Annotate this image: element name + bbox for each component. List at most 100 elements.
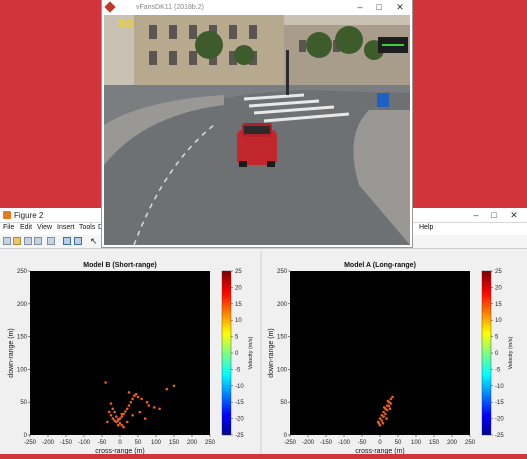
pointer-icon[interactable]: ↖ (90, 236, 98, 247)
radar-detection-point (386, 399, 390, 403)
radar-detection-point (384, 412, 387, 416)
radar-detection-point (382, 410, 385, 414)
menu-tools[interactable]: Tools (79, 224, 95, 231)
radar-detection-point (143, 417, 147, 420)
colorbar-tick-label: 20 (235, 285, 242, 291)
minimize-button[interactable]: – (470, 210, 482, 220)
menu-edit[interactable]: Edit (20, 224, 32, 231)
close-button[interactable]: ✕ (508, 210, 520, 220)
colorbar-tick-label: 20 (495, 285, 502, 291)
radar-detection-point (111, 417, 115, 420)
colorbar-label: Velocity (m/s) (248, 336, 254, 369)
radar-detection-point (106, 420, 109, 424)
game-maximize-button[interactable]: □ (373, 2, 385, 12)
x-tick-label: 150 (429, 440, 440, 446)
y-tick-label: 250 (277, 269, 288, 275)
zoom-icon[interactable] (47, 237, 55, 245)
plot-area[interactable] (290, 271, 470, 435)
new-figure-icon[interactable] (3, 237, 11, 245)
plot-model-b: Model B (Short-range)-250 -200 -150 -100 -50… (8, 262, 254, 455)
radar-detection-point (113, 410, 116, 414)
radar-detection-point (120, 423, 124, 427)
radar-detection-point (377, 421, 381, 425)
street-scene (104, 15, 410, 245)
figure-title: Figure 2 (14, 211, 44, 220)
y-tick-label: 50 (280, 400, 287, 406)
x-tick-label: 0 (378, 440, 382, 446)
x-tick-label: 50 (395, 440, 402, 446)
radar-detection-point (131, 414, 134, 417)
radar-detection-point (122, 425, 125, 429)
x-tick-label: 50 (135, 440, 142, 446)
game-viewport: 60 (104, 15, 410, 245)
radar-detection-point (140, 397, 143, 401)
colorbar (481, 270, 492, 436)
x-tick-label: 150 (169, 440, 180, 446)
colorbar-tick-label: -20 (495, 417, 504, 423)
radar-detection-point (378, 417, 382, 420)
radar-detection-point (127, 391, 131, 394)
game-minimize-button[interactable]: – (354, 2, 366, 12)
radar-detection-point (131, 397, 134, 401)
radar-detection-point (125, 420, 129, 424)
maximize-button[interactable]: □ (488, 210, 500, 220)
y-tick-label: 200 (277, 302, 288, 308)
y-tick-label: 50 (20, 400, 27, 406)
radar-detection-point (388, 407, 392, 411)
chart-title: Model A (Long-range) (344, 262, 416, 269)
radar-detection-point (136, 395, 140, 399)
colorbar-tick-label: -5 (235, 367, 241, 373)
menu-file[interactable]: File (3, 224, 14, 231)
colorbar-tick-label: 5 (235, 335, 239, 341)
colorbar-tick-label: -20 (235, 417, 244, 423)
colorbar-tick-label: -10 (495, 384, 504, 390)
y-tick-label: 100 (277, 367, 288, 373)
x-tick-label: -50 (358, 440, 367, 446)
menu-view[interactable]: View (37, 224, 52, 231)
radar-detection-point (115, 415, 118, 418)
chart-title: Model B (Short-range) (83, 262, 157, 269)
x-axis-label: cross-range (m) (355, 448, 404, 454)
radar-detection-point (380, 419, 384, 422)
x-tick-label: 200 (187, 440, 198, 446)
y-tick-label: 200 (17, 302, 28, 308)
radar-detection-point (116, 418, 120, 421)
menu-help[interactable]: Help (419, 224, 433, 231)
radar-detection-point (111, 407, 115, 411)
colorbar-tick-label: -10 (235, 384, 244, 390)
plot-model-a: Model A (Long-range)-250 -200 -150 -100 -50 0… (268, 262, 514, 455)
menu-insert[interactable]: Insert (57, 224, 75, 231)
matlab-figure-icon (3, 211, 11, 219)
radar-detection-point (104, 381, 107, 384)
radar-detection-point (124, 410, 127, 413)
colorbar-tick-label: -5 (495, 367, 501, 373)
radar-detection-point (116, 423, 120, 427)
radar-detection-point (381, 421, 385, 425)
radar-detection-point (152, 406, 156, 409)
colorbar-tick-label: 15 (495, 302, 502, 308)
pan-icon[interactable] (63, 237, 71, 245)
car (237, 123, 277, 167)
radar-detection-point (120, 415, 124, 418)
x-tick-label: -50 (98, 440, 107, 446)
radar-detection-point (134, 393, 138, 396)
colorbar-tick-label: -15 (495, 400, 504, 406)
save-icon[interactable] (24, 237, 32, 245)
radar-detection-point (118, 421, 122, 425)
print-icon[interactable] (34, 237, 42, 245)
x-tick-label: -150 (60, 440, 73, 446)
game-close-button[interactable]: ✕ (394, 2, 406, 12)
x-tick-label: -200 (302, 440, 315, 446)
plot-area[interactable] (30, 271, 210, 435)
x-tick-label: -100 (338, 440, 351, 446)
open-file-icon[interactable] (13, 237, 21, 245)
colorbar-tick-label: 0 (495, 351, 499, 357)
radar-detection-point (138, 410, 142, 414)
radar-detection-point (385, 408, 389, 412)
data-cursor-icon[interactable] (74, 237, 82, 245)
y-tick-label: 0 (284, 433, 288, 439)
radar-detection-point (383, 406, 386, 409)
radar-detection-point (389, 397, 393, 401)
radar-detection-point (389, 402, 393, 405)
y-tick-label: 0 (24, 433, 28, 439)
